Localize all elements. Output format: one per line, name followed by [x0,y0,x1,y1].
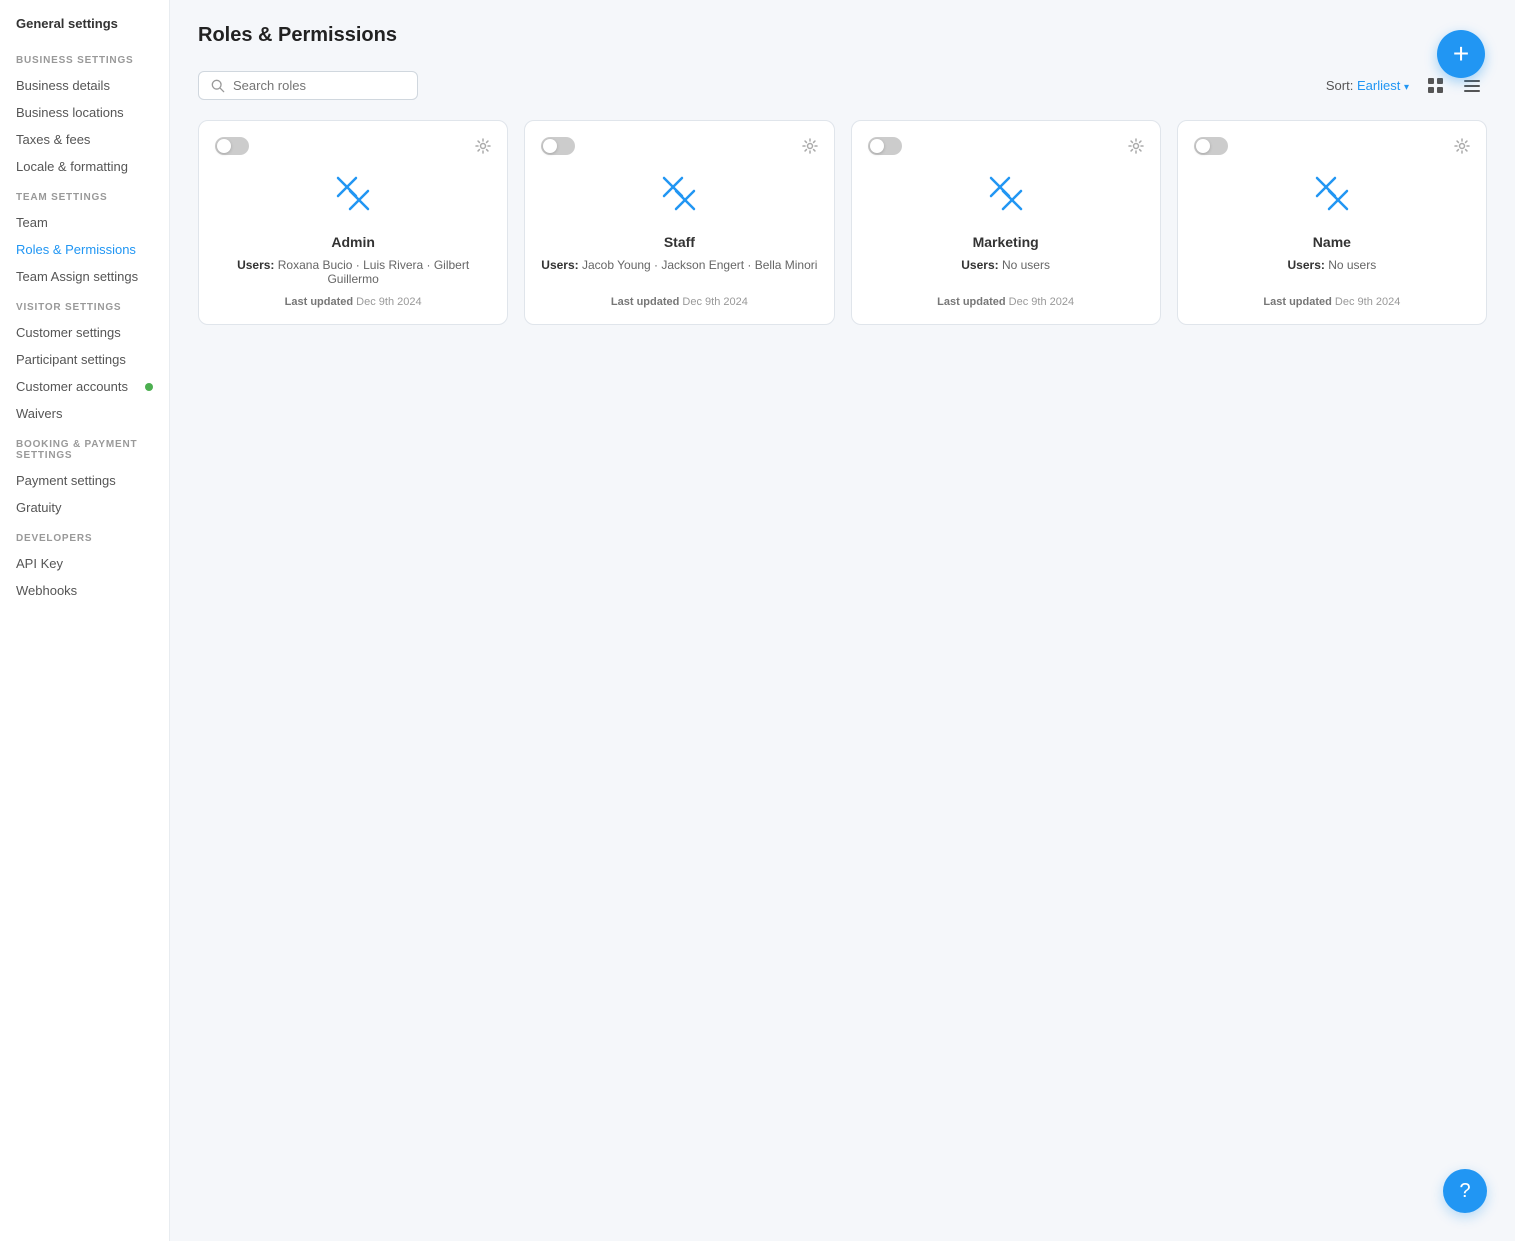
staff-gear-button[interactable] [802,138,818,154]
role-card-marketing: Marketing Users: No users Last updated D… [851,120,1161,325]
staff-name: Staff [664,234,695,250]
sort-value[interactable]: Earliest [1357,78,1400,93]
sidebar-item-webhooks[interactable]: Webhooks [0,577,169,604]
admin-toggle[interactable] [215,137,249,155]
name-role-footer: Last updated Dec 9th 2024 [1263,296,1400,308]
sidebar-item-team[interactable]: Team [0,209,169,236]
marketing-name: Marketing [973,234,1039,250]
grid-icon [1427,77,1445,95]
search-box [198,71,418,100]
main-content: Roles & Permissions Sort: Earliest ▾ [170,0,1515,1241]
chevron-down-icon: ▾ [1404,82,1409,93]
sidebar-item-participant-settings[interactable]: Participant settings [0,346,169,373]
sidebar: General settings Business Settings Busin… [0,0,170,1241]
notification-dot [145,383,153,391]
card-top-row [1194,137,1470,155]
name-role-name: Name [1313,234,1351,250]
staff-toggle[interactable] [541,137,575,155]
admin-name: Admin [331,234,375,250]
staff-users: Users: Jacob Young · Jackson Engert · Be… [541,258,817,272]
grid-view-button[interactable] [1421,73,1451,99]
list-icon [1463,77,1481,95]
admin-icon [328,171,378,224]
sidebar-item-business-locations[interactable]: Business locations [0,99,169,126]
marketing-icon [981,171,1031,224]
section-label-developers: Developers [0,521,169,550]
gear-icon [475,138,491,154]
sidebar-title: General settings [0,16,169,43]
section-label-booking: Booking & Payment Settings [0,427,169,467]
search-input[interactable] [233,78,405,93]
card-top-row [868,137,1144,155]
role-card-name: Name Users: No users Last updated Dec 9t… [1177,120,1487,325]
staff-footer: Last updated Dec 9th 2024 [611,296,748,308]
toggle-knob [217,139,231,153]
card-top-row [215,137,491,155]
marketing-footer: Last updated Dec 9th 2024 [937,296,1074,308]
gear-icon [1128,138,1144,154]
help-button[interactable]: ? [1443,1169,1487,1213]
staff-icon [654,171,704,224]
sidebar-item-waivers[interactable]: Waivers [0,400,169,427]
toggle-knob [870,139,884,153]
role-card-staff: Staff Users: Jacob Young · Jackson Enger… [524,120,834,325]
admin-footer: Last updated Dec 9th 2024 [285,296,422,308]
sidebar-item-team-assign-settings[interactable]: Team Assign settings [0,263,169,290]
search-icon [211,79,225,93]
gear-icon [1454,138,1470,154]
toolbar: Sort: Earliest ▾ [198,71,1487,100]
section-label-visitor: Visitor Settings [0,290,169,319]
plus-icon: + [1453,38,1469,70]
sidebar-item-customer-settings[interactable]: Customer settings [0,319,169,346]
question-icon: ? [1459,1180,1470,1203]
customer-accounts-label: Customer accounts [16,379,128,394]
name-role-icon [1307,171,1357,224]
section-label-team: Team Settings [0,180,169,209]
card-top-row [541,137,817,155]
marketing-users: Users: No users [961,258,1050,272]
admin-gear-button[interactable] [475,138,491,154]
name-toggle[interactable] [1194,137,1228,155]
sidebar-item-business-details[interactable]: Business details [0,72,169,99]
sidebar-item-locale-formatting[interactable]: Locale & formatting [0,153,169,180]
section-label-business: Business Settings [0,43,169,72]
role-card-admin: Admin Users: Roxana Bucio · Luis Rivera … [198,120,508,325]
sort-label: Sort: Earliest ▾ [1326,78,1409,93]
roles-grid: Admin Users: Roxana Bucio · Luis Rivera … [198,120,1487,325]
sidebar-item-roles-permissions[interactable]: Roles & Permissions [0,236,169,263]
sidebar-item-api-key[interactable]: API Key [0,550,169,577]
toggle-knob [1196,139,1210,153]
name-role-users: Users: No users [1288,258,1377,272]
sidebar-item-payment-settings[interactable]: Payment settings [0,467,169,494]
marketing-gear-button[interactable] [1128,138,1144,154]
toggle-knob [543,139,557,153]
gear-icon [802,138,818,154]
sidebar-item-customer-accounts[interactable]: Customer accounts [0,373,169,400]
page-title: Roles & Permissions [198,24,1487,47]
name-gear-button[interactable] [1454,138,1470,154]
marketing-toggle[interactable] [868,137,902,155]
admin-users: Users: Roxana Bucio · Luis Rivera · Gilb… [215,258,491,286]
sidebar-item-gratuity[interactable]: Gratuity [0,494,169,521]
add-role-button[interactable]: + [1437,30,1485,78]
sidebar-item-taxes-fees[interactable]: Taxes & fees [0,126,169,153]
